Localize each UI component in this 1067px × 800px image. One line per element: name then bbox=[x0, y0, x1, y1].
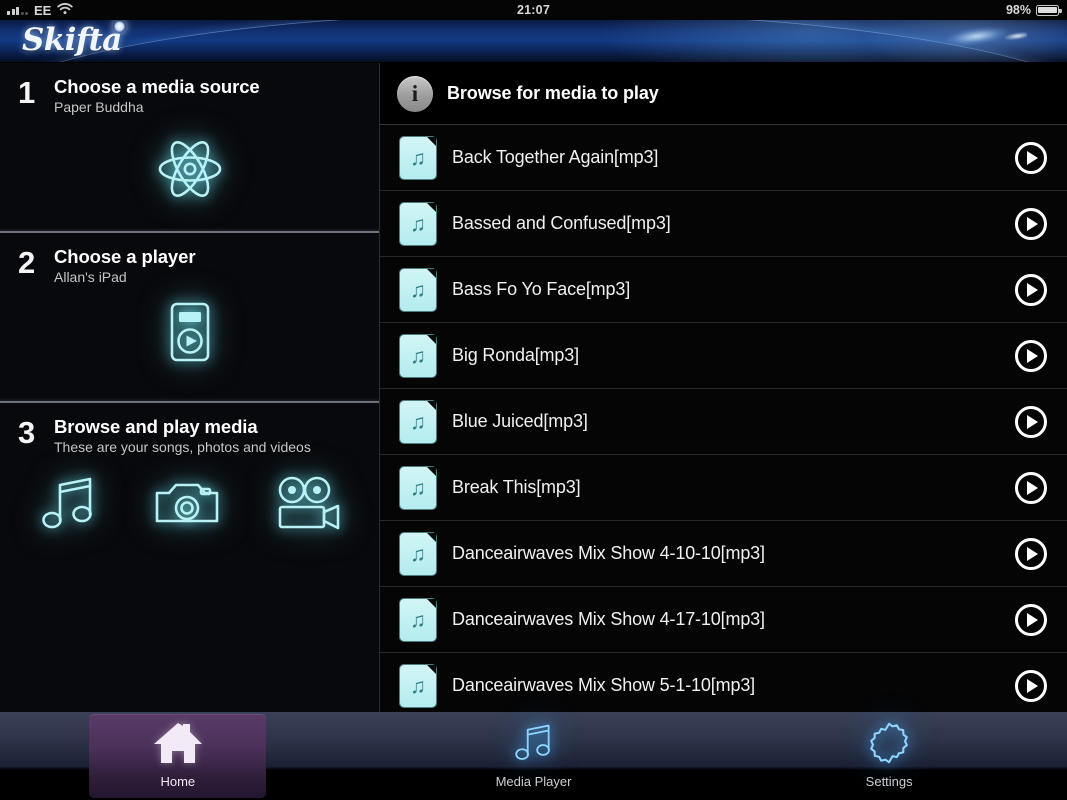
step-2-icon-row bbox=[0, 301, 379, 368]
wifi-icon bbox=[57, 2, 74, 18]
step-1-header: 1 Choose a media source Paper Buddha bbox=[0, 63, 379, 117]
tab-icon-wrap bbox=[865, 720, 913, 770]
media-player-device-icon[interactable] bbox=[168, 301, 212, 368]
media-list-item[interactable]: ♫ Bass Fo Yo Face[mp3] bbox=[380, 257, 1067, 323]
tab-icon-wrap bbox=[152, 720, 204, 770]
app-logo-text: Skifta bbox=[22, 22, 122, 58]
music-note-icon bbox=[511, 720, 557, 771]
tab-inner: Media Player bbox=[445, 714, 622, 798]
step-2-number: 2 bbox=[18, 245, 36, 280]
media-item-title: Blue Juiced[mp3] bbox=[452, 411, 588, 431]
tab-settings[interactable]: Settings bbox=[711, 712, 1067, 800]
sidebar-step-choose-player[interactable]: 2 Choose a player Allan's iPad bbox=[0, 233, 379, 403]
music-note-icon[interactable] bbox=[36, 471, 102, 542]
media-list-item[interactable]: ♫ Back Together Again[mp3] bbox=[380, 125, 1067, 191]
step-3-header: 3 Browse and play media These are your s… bbox=[0, 403, 379, 457]
play-button[interactable] bbox=[1015, 669, 1047, 702]
media-list[interactable]: ♫ Back Together Again[mp3] ♫ Bassed and Con… bbox=[380, 125, 1067, 712]
media-item-title: Back Together Again[mp3] bbox=[452, 147, 659, 167]
music-file-icon: ♫ bbox=[400, 598, 436, 641]
status-bar: EE 21:07 98% bbox=[0, 0, 1067, 20]
status-bar-right: 98% bbox=[715, 3, 1067, 17]
home-icon bbox=[152, 720, 204, 771]
sidebar: 1 Choose a media source Paper Buddha 2 C… bbox=[0, 63, 380, 712]
music-file-icon: ♫ bbox=[400, 466, 436, 509]
app-header: Skifta bbox=[0, 20, 1067, 63]
logo-starburst-icon bbox=[112, 20, 126, 33]
music-file-icon: ♫ bbox=[400, 136, 436, 179]
camera-icon[interactable] bbox=[152, 475, 222, 538]
step-1-icon-row bbox=[0, 131, 379, 212]
tab-media-player[interactable]: Media Player bbox=[356, 712, 712, 800]
media-item-title: Bass Fo Yo Face[mp3] bbox=[452, 279, 631, 299]
play-button[interactable] bbox=[1015, 339, 1047, 372]
tab-icon-wrap bbox=[511, 720, 557, 770]
play-button[interactable] bbox=[1015, 405, 1047, 438]
media-item-title: Danceairwaves Mix Show 4-17-10[mp3] bbox=[452, 609, 765, 629]
step-1-title: Choose a media source bbox=[54, 76, 260, 97]
carrier-label: EE bbox=[34, 2, 52, 18]
music-file-icon: ♫ bbox=[400, 334, 436, 377]
music-file-icon: ♫ bbox=[400, 532, 436, 575]
sidebar-step-browse-and-play[interactable]: 3 Browse and play media These are your s… bbox=[0, 403, 379, 712]
tab-label: Media Player bbox=[495, 774, 572, 789]
status-bar-clock: 21:07 bbox=[517, 3, 550, 17]
media-item-title: Bassed and Confused[mp3] bbox=[452, 213, 671, 233]
media-list-item[interactable]: ♫ Blue Juiced[mp3] bbox=[380, 389, 1067, 455]
media-list-item[interactable]: ♫ Danceairwaves Mix Show 4-10-10[mp3] bbox=[380, 521, 1067, 587]
play-button[interactable] bbox=[1015, 273, 1047, 306]
status-bar-left: EE bbox=[0, 3, 352, 18]
tab-home[interactable]: Home bbox=[0, 712, 356, 800]
music-file-icon: ♫ bbox=[400, 268, 436, 311]
play-button[interactable] bbox=[1015, 471, 1047, 504]
step-1-number: 1 bbox=[18, 75, 36, 110]
main-panel-title: Browse for media to play bbox=[447, 83, 659, 103]
content-area: 1 Choose a media source Paper Buddha 2 C… bbox=[0, 63, 1067, 712]
media-list-item[interactable]: ♫ Big Ronda[mp3] bbox=[380, 323, 1067, 389]
video-camera-icon[interactable] bbox=[272, 474, 344, 539]
media-list-item[interactable]: ♫ Danceairwaves Mix Show 4-17-10[mp3] bbox=[380, 587, 1067, 653]
step-2-text: Choose a player Allan's iPad bbox=[46, 246, 196, 287]
tab-bar: Home Media Player Settings bbox=[0, 712, 1067, 800]
tab-inner: Settings bbox=[801, 714, 978, 798]
step-3-number: 3 bbox=[18, 415, 36, 450]
step-2-header: 2 Choose a player Allan's iPad bbox=[0, 233, 379, 287]
play-button[interactable] bbox=[1015, 141, 1047, 174]
tab-inner: Home bbox=[89, 714, 267, 798]
media-item-title: Break This[mp3] bbox=[452, 477, 581, 497]
tab-label: Settings bbox=[865, 774, 913, 789]
signal-bars-icon bbox=[7, 5, 28, 15]
music-file-icon: ♫ bbox=[400, 664, 436, 707]
sidebar-step-choose-media-source[interactable]: 1 Choose a media source Paper Buddha bbox=[0, 63, 379, 233]
battery-icon bbox=[1035, 4, 1062, 16]
play-button[interactable] bbox=[1015, 603, 1047, 636]
step-2-title: Choose a player bbox=[54, 246, 196, 267]
app-logo: Skifta bbox=[22, 20, 126, 58]
step-3-icon-row bbox=[0, 471, 379, 542]
main-panel: i Browse for media to play ♫ Back Togethe… bbox=[380, 63, 1067, 712]
battery-percent-label: 98% bbox=[1005, 3, 1031, 17]
step-3-text: Browse and play media These are your son… bbox=[46, 416, 311, 457]
main-panel-header: i Browse for media to play bbox=[380, 63, 1067, 125]
info-icon: i bbox=[397, 75, 433, 112]
play-button[interactable] bbox=[1015, 207, 1047, 240]
media-item-title: Big Ronda[mp3] bbox=[452, 345, 579, 365]
media-item-title: Danceairwaves Mix Show 4-10-10[mp3] bbox=[452, 543, 765, 563]
app-root: EE 21:07 98% Skifta 1 Choose a media sou… bbox=[0, 0, 1067, 800]
step-2-subtitle: Allan's iPad bbox=[54, 269, 127, 285]
music-file-icon: ♫ bbox=[400, 400, 436, 443]
music-file-icon: ♫ bbox=[400, 202, 436, 245]
media-list-item[interactable]: ♫ Bassed and Confused[mp3] bbox=[380, 191, 1067, 257]
step-3-subtitle: These are your songs, photos and videos bbox=[54, 439, 311, 455]
step-1-subtitle: Paper Buddha bbox=[54, 99, 144, 115]
media-list-item[interactable]: ♫ Break This[mp3] bbox=[380, 455, 1067, 521]
step-1-text: Choose a media source Paper Buddha bbox=[46, 76, 260, 117]
gear-icon bbox=[865, 719, 913, 772]
atom-icon[interactable] bbox=[152, 131, 228, 212]
step-3-title: Browse and play media bbox=[54, 416, 258, 437]
media-list-item[interactable]: ♫ Danceairwaves Mix Show 5-1-10[mp3] bbox=[380, 653, 1067, 712]
play-button[interactable] bbox=[1015, 537, 1047, 570]
media-item-title: Danceairwaves Mix Show 5-1-10[mp3] bbox=[452, 675, 756, 695]
tab-label: Home bbox=[160, 774, 196, 789]
